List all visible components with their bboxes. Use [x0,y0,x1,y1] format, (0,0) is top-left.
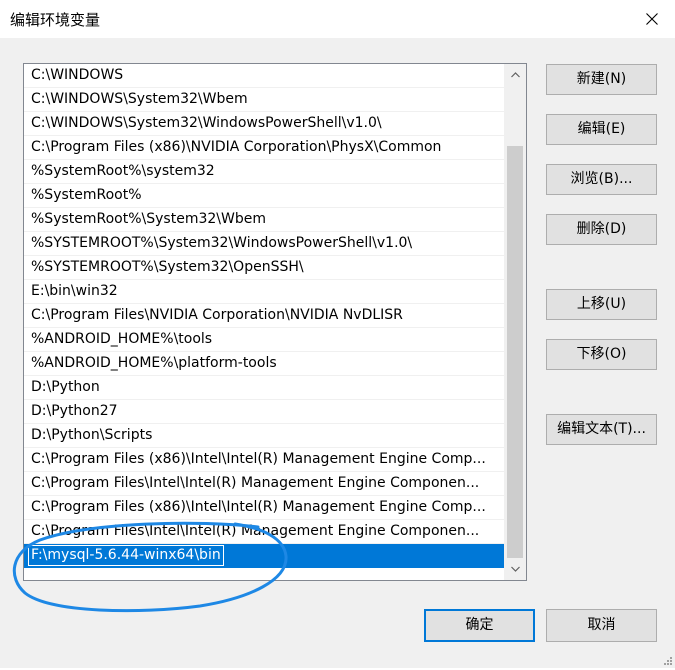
list-item[interactable]: C:\Program Files (x86)\Intel\Intel(R) Ma… [24,448,505,472]
list-item[interactable]: C:\Program Files\Intel\Intel(R) Manageme… [24,472,505,496]
edit-text-button[interactable]: 编辑文本(T)... [546,414,657,445]
dialog-body: C:\WINDOWS C:\WINDOWS\System32\Wbem C:\W… [0,38,675,668]
list-item[interactable]: %ANDROID_HOME%\tools [24,328,505,352]
list-item[interactable]: C:\WINDOWS\System32\Wbem [24,88,505,112]
list-item[interactable]: %SYSTEMROOT%\System32\OpenSSH\ [24,256,505,280]
path-list: C:\WINDOWS C:\WINDOWS\System32\Wbem C:\W… [24,64,505,568]
resize-grip[interactable] [661,654,673,666]
list-item[interactable]: %SystemRoot% [24,184,505,208]
close-button[interactable] [629,0,675,38]
edit-button[interactable]: 编辑(E) [546,114,657,145]
list-item[interactable]: D:\Python27 [24,400,505,424]
scroll-down-button[interactable] [504,558,526,580]
ok-button[interactable]: 确定 [424,609,535,642]
cancel-button[interactable]: 取消 [546,609,657,642]
window-title: 编辑环境变量 [10,11,101,29]
list-item[interactable]: E:\bin\win32 [24,280,505,304]
list-item[interactable]: D:\Python\Scripts [24,424,505,448]
list-item[interactable]: D:\Python [24,376,505,400]
move-up-button[interactable]: 上移(U) [546,289,657,320]
list-item[interactable]: %SystemRoot%\system32 [24,160,505,184]
list-item[interactable]: C:\Program Files (x86)\NVIDIA Corporatio… [24,136,505,160]
close-icon [646,13,658,25]
browse-button[interactable]: 浏览(B)... [546,164,657,195]
move-down-button[interactable]: 下移(O) [546,339,657,370]
list-item[interactable]: %SYSTEMROOT%\System32\WindowsPowerShell\… [24,232,505,256]
list-item[interactable]: C:\WINDOWS [24,64,505,88]
list-item[interactable]: C:\Program Files\NVIDIA Corporation\NVID… [24,304,505,328]
scroll-up-button[interactable] [504,64,526,86]
vertical-scrollbar[interactable] [504,64,526,580]
list-item[interactable]: C:\Program Files\Intel\Intel(R) Manageme… [24,520,505,544]
path-listbox[interactable]: C:\WINDOWS C:\WINDOWS\System32\Wbem C:\W… [23,63,527,581]
list-item[interactable]: %ANDROID_HOME%\platform-tools [24,352,505,376]
delete-button[interactable]: 删除(D) [546,214,657,245]
inline-edit-field[interactable]: F:\mysql-5.6.44-winx64\bin [28,545,224,566]
list-item[interactable]: %SystemRoot%\System32\Wbem [24,208,505,232]
selected-list-item[interactable]: F:\mysql-5.6.44-winx64\bin [24,544,505,568]
list-item[interactable]: C:\WINDOWS\System32\WindowsPowerShell\v1… [24,112,505,136]
title-bar: 编辑环境变量 [0,0,675,38]
new-button[interactable]: 新建(N) [546,64,657,95]
resize-grip-icon [664,657,672,665]
list-item[interactable]: C:\Program Files (x86)\Intel\Intel(R) Ma… [24,496,505,520]
chevron-down-icon [510,566,520,572]
chevron-up-icon [510,72,520,78]
scrollbar-thumb[interactable] [507,146,523,558]
